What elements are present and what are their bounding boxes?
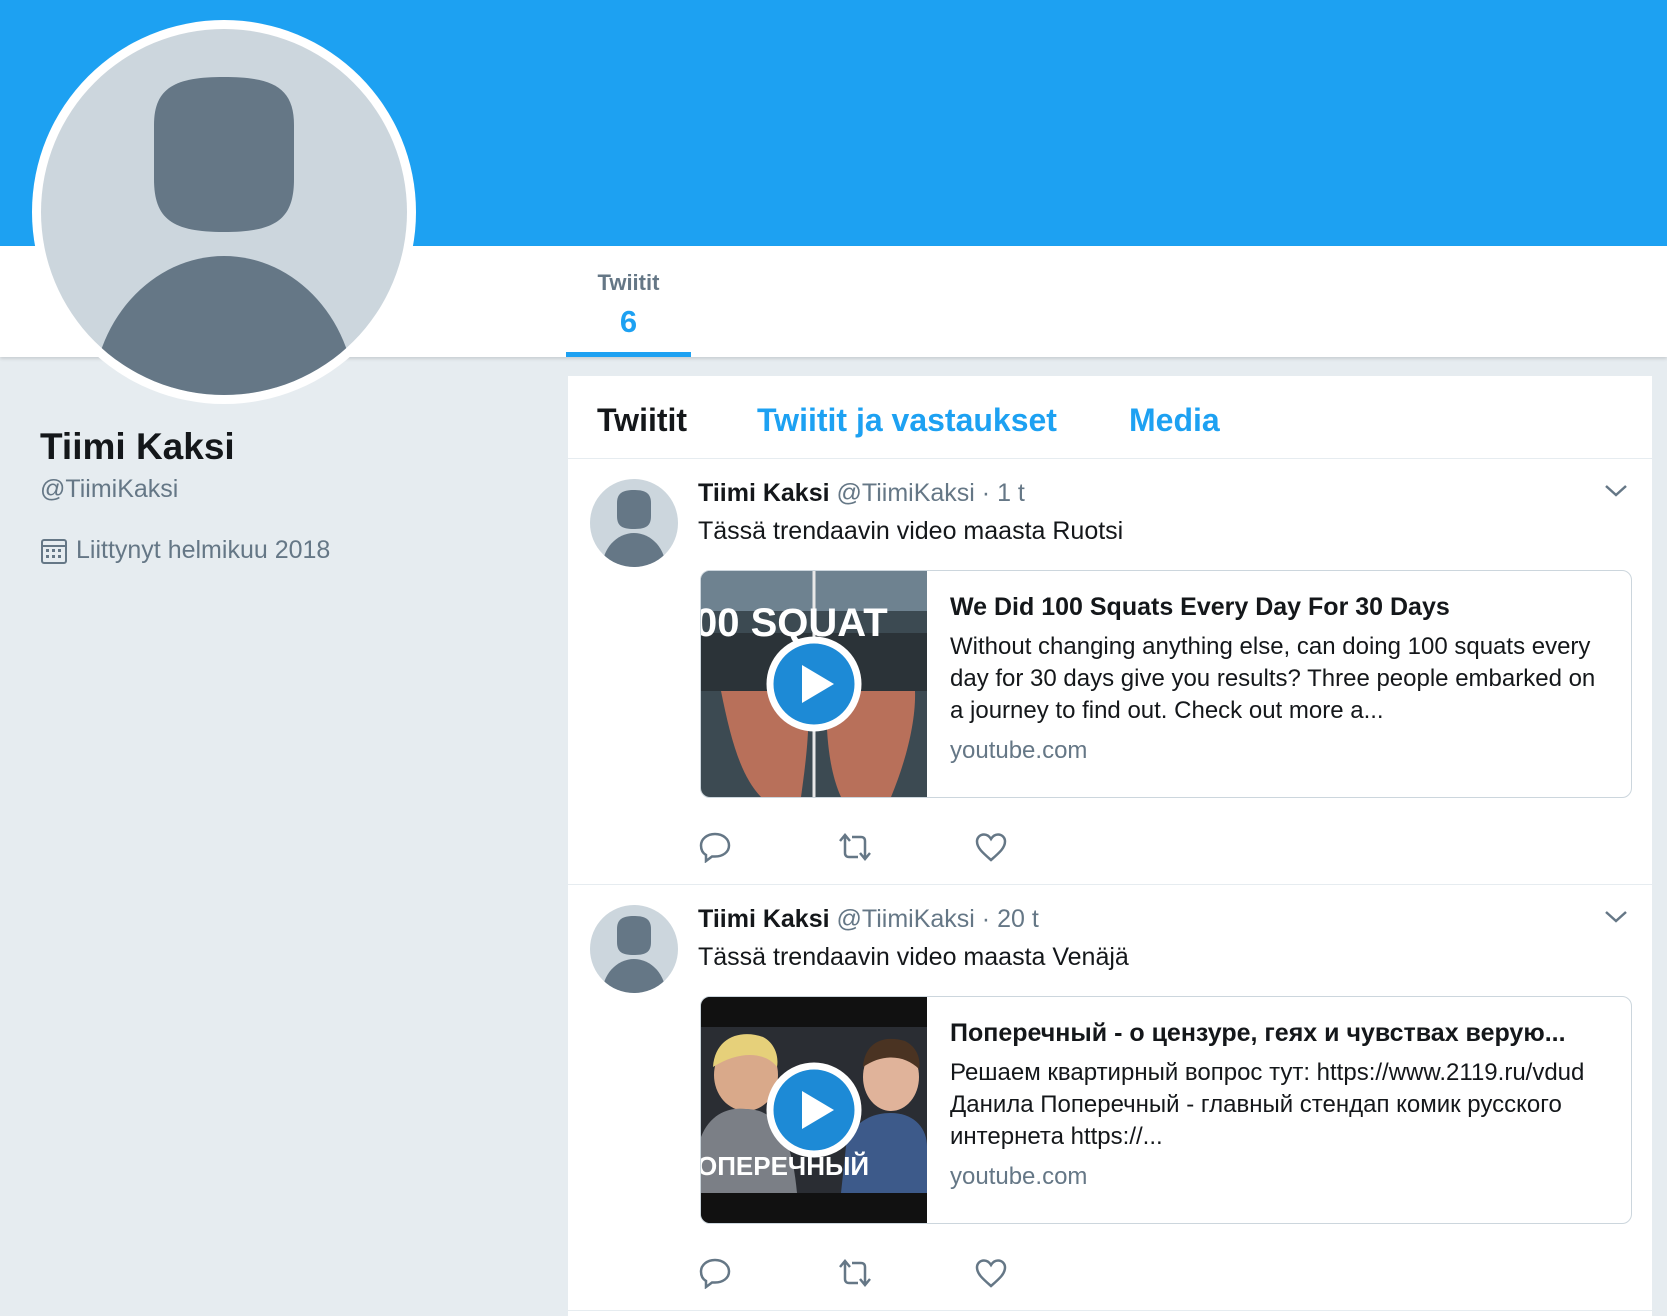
card-domain: youtube.com (950, 737, 1088, 764)
card-domain: youtube.com (950, 1163, 1088, 1190)
link-card[interactable]: 00 SQUAT We Did 100 Squats Every Day For… (700, 570, 1632, 798)
play-icon[interactable] (766, 1062, 862, 1158)
thumbnail-text: 00 SQUAT (701, 601, 888, 645)
joined-date: Liittynyt helmikuu 2018 (40, 536, 330, 565)
tweets-count-value: 6 (619, 304, 638, 339)
tab-tweets-and-replies[interactable]: Twiitit ja vastaukset (757, 402, 1057, 439)
chevron-down-icon[interactable] (1603, 909, 1629, 930)
tweet-timestamp[interactable]: · 1 t (982, 479, 1025, 507)
tab-tweets[interactable]: Twiitit (597, 402, 687, 439)
tweets-count-label: Twiitit (597, 270, 660, 295)
default-avatar-icon (602, 916, 666, 993)
profile-name: Tiimi Kaksi (40, 426, 235, 467)
tweet-avatar[interactable] (590, 479, 678, 567)
like-icon[interactable] (974, 831, 1008, 868)
card-title[interactable]: We Did 100 Squats Every Day For 30 Days (950, 593, 1610, 622)
tab-media[interactable]: Media (1129, 402, 1220, 439)
retweet-icon[interactable] (836, 831, 874, 868)
timeline-tabs: Twiitit Twiitit ja vastaukset Media (568, 376, 1652, 459)
tweet-author-handle[interactable]: @TiimiKaksi (837, 479, 975, 507)
video-thumbnail[interactable]: 00 SQUAT (701, 571, 927, 797)
card-title[interactable]: Поперечный - о цензуре, геях и чувствах … (950, 1019, 1610, 1048)
tweet-header: Tiimi Kaksi @TiimiKaksi · 1 t (698, 479, 1025, 508)
active-stat-underline (566, 352, 691, 357)
video-thumbnail[interactable]: ОПЕРЕЧНЫЙ (701, 997, 927, 1223)
tweet-text: Tässä trendaavin video maasta Ruotsi (698, 517, 1124, 545)
card-description: Without changing anything else, can doin… (950, 633, 1596, 724)
reply-icon[interactable] (698, 831, 732, 868)
retweet-icon[interactable] (836, 1257, 874, 1294)
default-avatar-icon (602, 490, 666, 567)
tweet-avatar[interactable] (590, 905, 678, 993)
timeline: Twiitit Twiitit ja vastaukset Media Tiim… (568, 376, 1652, 1316)
like-icon[interactable] (974, 1257, 1008, 1294)
tweet-author-handle[interactable]: @TiimiKaksi (837, 905, 975, 933)
chevron-down-icon[interactable] (1603, 483, 1629, 504)
profile-handle: @TiimiKaksi (40, 475, 179, 503)
play-icon[interactable] (766, 636, 862, 732)
tweet-author-name[interactable]: Tiimi Kaksi (698, 905, 830, 933)
joined-text: Liittynyt helmikuu 2018 (76, 536, 331, 564)
default-avatar-icon (41, 29, 407, 395)
calendar-icon (41, 538, 67, 564)
thumbnail-text: ОПЕРЕЧНЫЙ (701, 1151, 869, 1181)
tweets-count-stat[interactable]: Twiitit 6 (566, 246, 691, 357)
profile-avatar[interactable] (32, 20, 416, 404)
reply-icon[interactable] (698, 1257, 732, 1294)
tweet[interactable]: Tiimi Kaksi @TiimiKaksi · 1 t Tässä tren… (568, 459, 1652, 885)
card-description: Решаем квартирный вопрос тут: https://ww… (950, 1059, 1585, 1150)
tweet-author-name[interactable]: Tiimi Kaksi (698, 479, 830, 507)
tweet-text: Tässä trendaavin video maasta Venäjä (698, 943, 1129, 971)
link-card[interactable]: ОПЕРЕЧНЫЙ Поперечный - о цензуре, геях и… (700, 996, 1632, 1224)
tweet-timestamp[interactable]: · 20 t (982, 905, 1039, 933)
tweet-header: Tiimi Kaksi @TiimiKaksi · 20 t (698, 905, 1039, 934)
tweet[interactable]: Tiimi Kaksi @TiimiKaksi · 20 t Tässä tre… (568, 885, 1652, 1311)
